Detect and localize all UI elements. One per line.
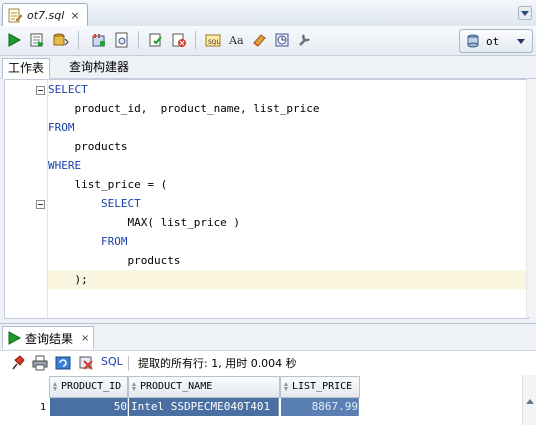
code-line: FROM xyxy=(48,121,75,134)
print-icon[interactable] xyxy=(31,354,49,372)
sql-history-icon[interactable]: SQL xyxy=(203,30,223,50)
scroll-up-arrow-icon[interactable] xyxy=(526,399,534,404)
code-line: MAX( list_price ) xyxy=(48,216,241,229)
file-tab-ot7[interactable]: ot7.sql × xyxy=(2,3,88,27)
code-line: products xyxy=(48,254,181,267)
column-header-product-name[interactable]: PRODUCT_NAME xyxy=(128,376,280,398)
worksheet-toolbar: SQL Aa ot xyxy=(0,26,536,56)
sort-icon xyxy=(284,381,289,391)
file-tab-label: ot7.sql xyxy=(27,9,65,22)
sort-icon xyxy=(53,381,58,391)
fold-toggle-icon[interactable] xyxy=(36,200,45,209)
rollback-icon[interactable] xyxy=(169,30,189,50)
editor-gutter xyxy=(5,80,47,318)
editor-scrollbar[interactable] xyxy=(527,79,536,317)
code-line: product_id, product_name, list_price xyxy=(48,102,320,115)
commit-icon[interactable] xyxy=(51,30,71,50)
close-results-icon[interactable]: × xyxy=(81,333,89,344)
explain-plan-icon[interactable] xyxy=(89,30,109,50)
results-grid: PRODUCT_ID PRODUCT_NAME LIST_PRICE 1 50 … xyxy=(0,375,536,425)
toolbar-separator xyxy=(195,31,196,49)
code-line: SELECT xyxy=(48,83,88,96)
autotrace-icon[interactable] xyxy=(112,30,132,50)
code-line: products xyxy=(48,140,128,153)
svg-text:Aa: Aa xyxy=(228,34,244,47)
code-line: FROM xyxy=(48,235,128,248)
chevron-down-icon xyxy=(517,38,525,44)
run-script-icon[interactable] xyxy=(27,30,47,50)
pin-icon[interactable] xyxy=(8,354,26,372)
code-area[interactable]: SELECT product_id, product_name, list_pr… xyxy=(48,80,526,318)
fold-toggle-icon[interactable] xyxy=(36,86,45,95)
tools-icon[interactable] xyxy=(295,30,315,50)
sql-tuning-icon[interactable] xyxy=(146,30,166,50)
tab-list-dropdown-icon[interactable] xyxy=(518,6,532,20)
fetch-status-text: 提取的所有行: 1, 用时 0.004 秒 xyxy=(138,357,297,370)
cell-product-name[interactable]: Intel SSDPECME040T401 xyxy=(129,398,279,416)
sql-editor[interactable]: SELECT product_id, product_name, list_pr… xyxy=(4,79,529,319)
change-case-icon[interactable]: Aa xyxy=(226,30,246,50)
code-line: list_price = ( xyxy=(48,178,168,191)
connection-selector[interactable]: ot xyxy=(459,29,533,53)
toolbar-separator xyxy=(78,31,79,49)
cell-product-id[interactable]: 50 xyxy=(50,398,128,416)
results-tab-strip: 查询结果 × xyxy=(0,323,536,350)
toolbar-separator xyxy=(128,356,129,371)
code-line: SELECT xyxy=(48,197,141,210)
refresh-icon[interactable] xyxy=(54,354,72,372)
cell-list-price[interactable]: 8867.99 xyxy=(281,398,359,416)
close-tab-icon[interactable]: × xyxy=(70,9,79,22)
connection-name: ot xyxy=(486,34,500,48)
sql-file-icon xyxy=(7,8,23,24)
editor-tab-strip: ot7.sql × xyxy=(0,0,536,27)
tab-query-builder[interactable]: 查询构建器 xyxy=(64,58,134,77)
cancel-query-icon[interactable] xyxy=(77,354,95,372)
column-header-list-price[interactable]: LIST_PRICE xyxy=(280,376,360,398)
history-icon[interactable] xyxy=(272,30,292,50)
code-line-current: ); xyxy=(48,270,526,289)
column-header-product-id[interactable]: PRODUCT_ID xyxy=(49,376,128,398)
worksheet-subtabs: 工作表 查询构建器 xyxy=(0,56,536,79)
run-result-icon xyxy=(7,331,21,345)
results-toolbar: SQL 提取的所有行: 1, 用时 0.004 秒 xyxy=(0,350,536,375)
toolbar-separator xyxy=(138,31,139,49)
tab-query-result[interactable]: 查询结果 × xyxy=(2,326,95,349)
row-number: 1 xyxy=(39,402,46,413)
grid-scrollbar[interactable] xyxy=(522,375,536,425)
sort-icon xyxy=(132,381,137,391)
results-tab-label: 查询结果 xyxy=(25,331,74,346)
svg-text:SQL: SQL xyxy=(208,39,221,46)
sql-link[interactable]: SQL xyxy=(101,355,123,368)
database-icon xyxy=(466,34,480,48)
clear-eraser-icon[interactable] xyxy=(249,30,269,50)
code-line: WHERE xyxy=(48,159,82,172)
tab-worksheet[interactable]: 工作表 xyxy=(2,58,51,79)
run-statement-icon[interactable] xyxy=(4,30,24,50)
